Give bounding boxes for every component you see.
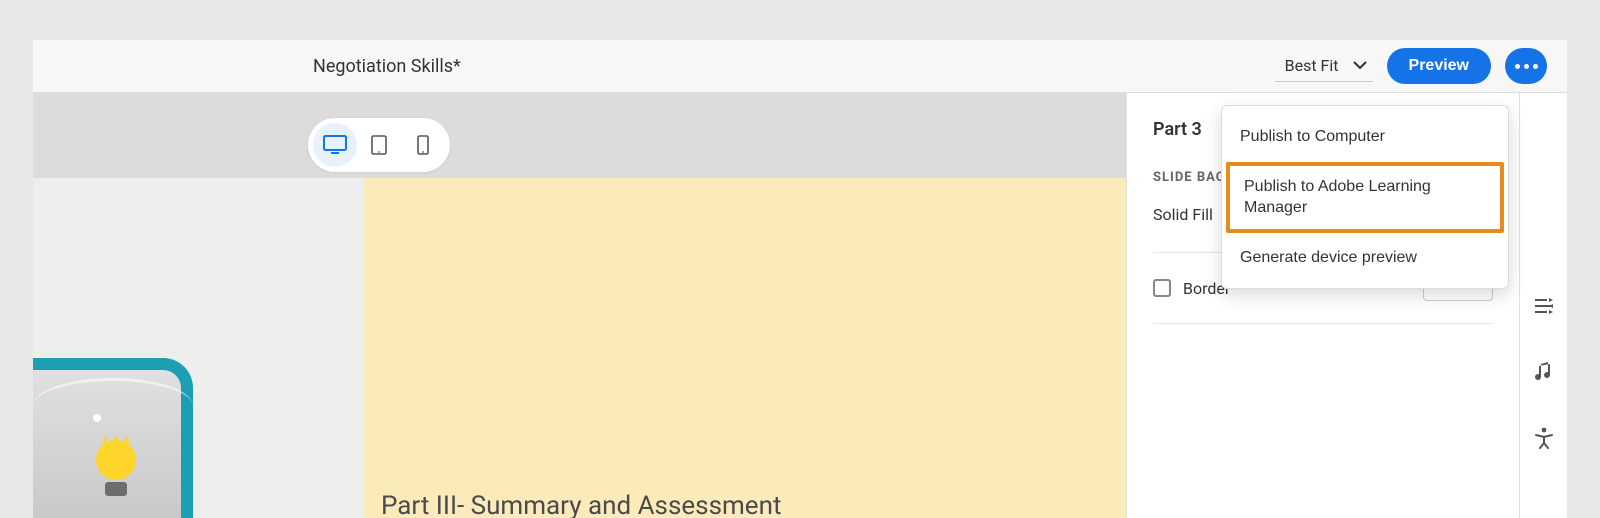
more-menu-button[interactable] <box>1505 48 1547 84</box>
generate-device-preview-item[interactable]: Generate device preview <box>1222 233 1508 283</box>
canvas-area: Part III- Summary and Assessment <box>33 93 1126 518</box>
mobile-icon <box>417 135 429 155</box>
audio-rail-button[interactable] <box>1526 354 1562 390</box>
lightbulb-icon <box>91 440 141 500</box>
zoom-label: Best Fit <box>1285 56 1339 75</box>
side-rail <box>1519 93 1567 518</box>
device-tablet-button[interactable] <box>357 123 401 167</box>
device-desktop-button[interactable] <box>313 123 357 167</box>
app-window: Negotiation Skills* Best Fit Preview <box>33 40 1567 518</box>
preview-button[interactable]: Preview <box>1387 48 1491 84</box>
device-mobile-button[interactable] <box>401 123 445 167</box>
publish-to-alm-item[interactable]: Publish to Adobe Learning Manager <box>1226 162 1504 233</box>
accessibility-rail-button[interactable] <box>1526 420 1562 456</box>
slide-canvas[interactable]: Part III- Summary and Assessment <box>33 178 1126 518</box>
publish-popup-menu: Publish to Computer Publish to Adobe Lea… <box>1221 105 1509 289</box>
device-switcher <box>308 118 450 172</box>
header-bar: Negotiation Skills* Best Fit Preview <box>33 40 1567 93</box>
slide-title-text[interactable]: Part III- Summary and Assessment <box>381 491 781 518</box>
border-checkbox[interactable] <box>1153 279 1171 297</box>
fill-type-label: Solid Fill <box>1153 205 1213 224</box>
zoom-select[interactable]: Best Fit <box>1275 50 1373 82</box>
chevron-down-icon <box>1353 61 1367 70</box>
project-title: Negotiation Skills* <box>313 56 461 77</box>
publish-to-computer-item[interactable]: Publish to Computer <box>1222 112 1508 162</box>
slide-background-image <box>33 178 363 518</box>
animation-rail-button[interactable] <box>1526 288 1562 324</box>
tablet-icon <box>371 135 387 155</box>
accessibility-icon <box>1534 427 1554 449</box>
preview-button-label: Preview <box>1409 57 1469 75</box>
animation-icon <box>1533 297 1555 315</box>
music-note-icon <box>1534 361 1554 383</box>
decorative-shape <box>33 358 193 518</box>
more-icon <box>1515 64 1538 69</box>
desktop-icon <box>323 135 347 155</box>
